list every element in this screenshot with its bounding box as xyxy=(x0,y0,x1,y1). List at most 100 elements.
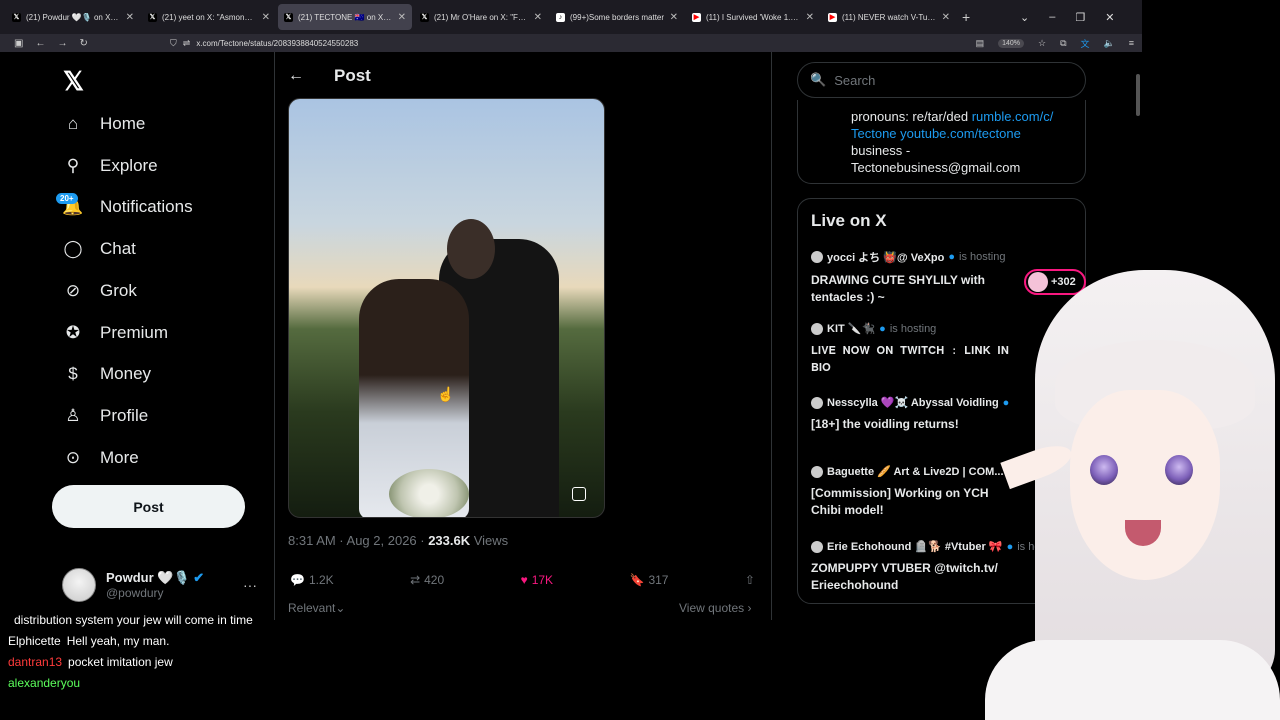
minimize-button[interactable]: – xyxy=(1049,11,1055,23)
youtube-icon: ▶ xyxy=(692,12,701,22)
sidebar-item-home[interactable]: ⌂ Home xyxy=(62,113,146,135)
close-tab-icon[interactable]: ✕ xyxy=(670,12,678,23)
reader-view-icon[interactable]: ▤ xyxy=(976,38,985,49)
browser-tab[interactable]: ▶ (11) NEVER watch V-Tubers - Y ✕ xyxy=(822,4,956,30)
close-tab-icon[interactable]: ✕ xyxy=(806,12,814,23)
extensions-icon[interactable]: ⧉ xyxy=(1060,38,1066,49)
image-options-icon[interactable] xyxy=(572,487,586,501)
reply-button[interactable]: 💬 1.2K xyxy=(290,573,334,587)
tab-list-icon[interactable]: ⌄ xyxy=(1020,11,1029,24)
permissions-icon[interactable]: ⇌ xyxy=(183,38,191,49)
sidebar-item-label: Grok xyxy=(100,281,137,300)
post-header-title: Post xyxy=(334,66,371,85)
search-placeholder: Search xyxy=(834,72,876,88)
close-window-button[interactable]: ✕ xyxy=(1105,11,1114,24)
more-options-icon[interactable]: ··· xyxy=(243,577,257,593)
divider xyxy=(274,52,275,620)
post-meta: 8:31 AM · Aug 2, 2026 · 233.6K Views xyxy=(288,533,508,548)
search-icon: 🔍 xyxy=(810,72,827,87)
vtuber-eye xyxy=(1090,455,1118,485)
sidebar-toggle-icon[interactable]: ▣ xyxy=(14,38,23,49)
sidebar-item-notifications[interactable]: 🔔 Notifications xyxy=(62,196,192,218)
bio-link[interactable]: rumble.com/c/ xyxy=(972,109,1054,124)
url-text[interactable]: x.com/Tectone/status/2083938840524550283 xyxy=(196,39,358,48)
sidebar-item-more[interactable]: ⊙ More xyxy=(62,447,139,469)
account-name: Powdur 🤍🎙️ ✔ xyxy=(106,570,205,585)
back-button[interactable]: ← xyxy=(35,38,45,49)
menu-icon[interactable]: ≡ xyxy=(1129,38,1134,48)
youtube-icon: ▶ xyxy=(828,12,837,22)
search-input[interactable]: 🔍 Search xyxy=(797,62,1086,98)
close-tab-icon[interactable]: ✕ xyxy=(262,12,270,23)
tab-title: (21) Powdur 🤍🎙️ on X: "An a xyxy=(26,12,121,22)
translate-icon[interactable]: 文 xyxy=(1081,37,1090,50)
share-icon: ⇧ xyxy=(744,573,755,587)
sort-replies-dropdown[interactable]: Relevant⌄ xyxy=(288,601,345,615)
vtuber-dress xyxy=(985,640,1280,720)
chat-message: dantran13 pocket imitation jew xyxy=(8,655,173,669)
sidebar-item-profile[interactable]: ♙ Profile xyxy=(62,405,148,427)
sidebar-item-label: Premium xyxy=(100,323,169,342)
shield-icon[interactable]: ⛉ xyxy=(170,38,177,49)
post-button[interactable]: Post xyxy=(52,485,245,528)
back-arrow-icon[interactable]: ← xyxy=(288,67,304,85)
tab-title: (21) yeet on X: "Asmongold bu xyxy=(162,12,257,22)
live-on-x-title: Live on X xyxy=(811,211,887,230)
verified-icon: ● xyxy=(948,251,955,263)
tab-title: (21) Mr O'Hare on X: "For all th xyxy=(434,12,529,22)
sidebar-item-money[interactable]: $ Money xyxy=(62,363,151,385)
profile-icon: ♙ xyxy=(65,406,81,425)
post-image[interactable] xyxy=(288,98,605,518)
sidebar-item-grok[interactable]: ⊘ Grok xyxy=(62,280,137,302)
browser-tab[interactable]: ▶ (11) I Survived 'Woke 1.0' | The ✕ xyxy=(686,4,820,30)
url-bar[interactable]: ⛉ ⇌ x.com/Tectone/status/208393884052455… xyxy=(170,35,976,51)
browser-tab[interactable]: 𝕏 (21) Powdur 🤍🎙️ on X: "An a ✕ xyxy=(6,4,140,30)
tab-title: (99+)Some borders matter xyxy=(570,12,665,22)
money-icon: $ xyxy=(68,364,78,383)
bookmark-button[interactable]: 🔖 317 xyxy=(629,573,668,587)
groom-head xyxy=(447,219,495,279)
browser-tab[interactable]: 𝕏 (21) TECTONE 🇦🇺 on X: "Main St ✕ xyxy=(278,4,412,30)
new-tab-button[interactable]: + xyxy=(962,9,970,25)
scrollbar[interactable] xyxy=(1136,74,1140,116)
bookmark-star-icon[interactable]: ☆ xyxy=(1038,38,1046,49)
browser-tab[interactable]: 𝕏 (21) Mr O'Hare on X: "For all th ✕ xyxy=(414,4,548,30)
chat-username: Elphicette xyxy=(8,634,61,648)
browser-tab[interactable]: 𝕏 (21) yeet on X: "Asmongold bu ✕ xyxy=(142,4,276,30)
close-tab-icon[interactable]: ✕ xyxy=(534,12,542,23)
account-switcher[interactable]: Powdur 🤍🎙️ ✔ @powdury xyxy=(62,568,262,602)
sidebar-item-label: Money xyxy=(100,364,152,383)
forward-button[interactable]: → xyxy=(57,38,67,49)
chat-message: alexanderyou xyxy=(8,676,86,690)
x-logo[interactable]: 𝕏 xyxy=(63,66,84,97)
divider xyxy=(771,52,772,620)
bio-link[interactable]: Tectone youtube.com/tectone xyxy=(851,125,1073,142)
sidebar-item-chat[interactable]: ◯ Chat xyxy=(62,238,135,260)
chat-text: distribution system your jew will come i… xyxy=(14,613,253,627)
share-button[interactable]: ⇧ xyxy=(745,573,755,587)
tab-title: (21) TECTONE 🇦🇺 on X: "Main St xyxy=(298,12,393,22)
close-tab-icon[interactable]: ✕ xyxy=(126,12,134,23)
close-tab-icon[interactable]: ✕ xyxy=(942,12,950,23)
audio-icon[interactable]: 🔈 xyxy=(1104,38,1115,49)
avatar xyxy=(811,465,823,478)
browser-tab[interactable]: ♪ (99+)Some borders matter ✕ xyxy=(550,4,684,30)
notifications-badge: 20+ xyxy=(56,193,78,204)
bouquet xyxy=(389,469,469,517)
sidebar-item-premium[interactable]: ✪ Premium xyxy=(62,322,168,344)
search-icon: ⚲ xyxy=(66,156,80,175)
repost-button[interactable]: ⇄ 420 xyxy=(410,573,444,587)
close-tab-icon[interactable]: ✕ xyxy=(398,12,406,23)
chat-text: Hell yeah, my man. xyxy=(66,634,170,648)
maximize-button[interactable]: ❐ xyxy=(1075,11,1085,24)
post-timestamp[interactable]: 8:31 AM · Aug 2, 2026 · xyxy=(288,533,428,548)
zoom-level[interactable]: 140% xyxy=(998,38,1024,48)
sidebar-item-explore[interactable]: ⚲ Explore xyxy=(62,155,158,177)
like-button[interactable]: ♥ 17K xyxy=(521,573,553,587)
view-quotes-link[interactable]: View quotes › xyxy=(679,601,752,615)
like-count: 17K xyxy=(531,573,554,587)
bio-text: pronouns: re/tar/ded xyxy=(851,109,972,124)
chevron-right-icon: › xyxy=(747,601,752,615)
reply-icon: 💬 xyxy=(290,573,305,587)
reload-button[interactable]: ↻ xyxy=(79,38,87,49)
